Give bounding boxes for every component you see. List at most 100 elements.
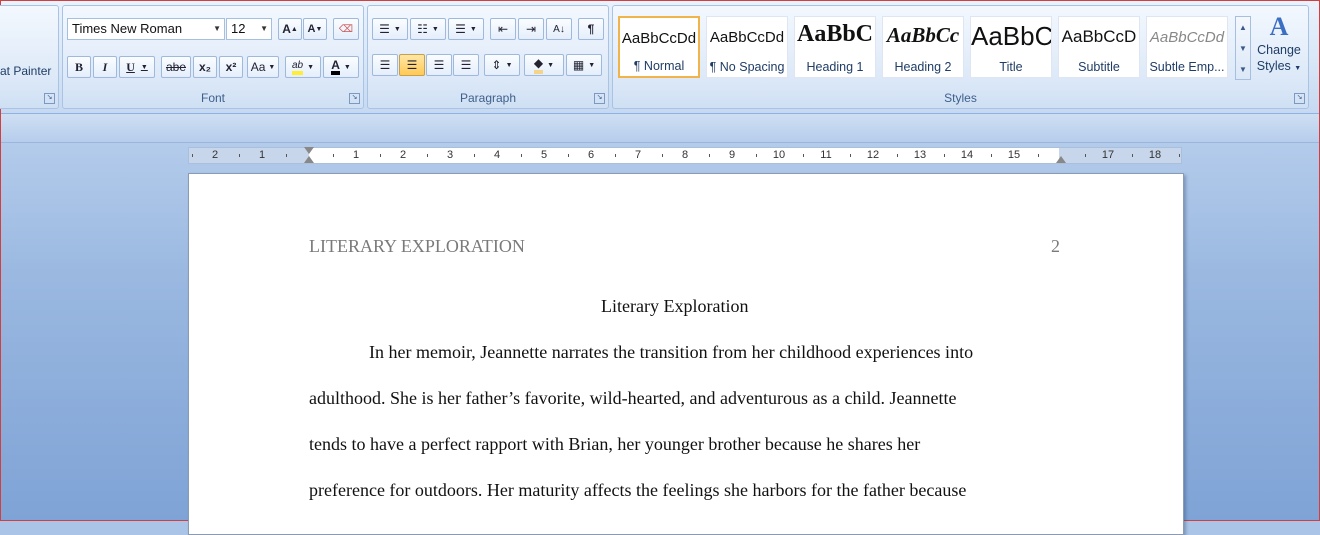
strikethrough-button[interactable]: abe — [161, 56, 191, 78]
ruler-tick — [708, 154, 710, 157]
style-name: ¶ No Spacing — [709, 60, 785, 74]
chevron-up-icon[interactable]: ▲ — [1236, 17, 1250, 38]
increase-indent-button[interactable]: ⇥ — [518, 18, 544, 40]
clipboard-launcher-icon[interactable]: ↘ — [44, 93, 55, 104]
change-case-button[interactable]: Aa ▼ — [247, 56, 279, 78]
document-title: Literary Exploration — [601, 296, 749, 316]
ruler-number: 7 — [634, 149, 642, 161]
document-page[interactable]: LITERARY EXPLORATION 2 Literary Explorat… — [188, 173, 1184, 535]
align-right-button[interactable]: ☰ — [426, 54, 452, 76]
align-left-button[interactable]: ☰ — [372, 54, 398, 76]
font-name-combo[interactable]: Times New Roman ▼ — [67, 18, 225, 40]
ruler-tick — [1037, 154, 1039, 157]
style-name: Title — [999, 60, 1023, 74]
grow-font-button[interactable]: A ▲ — [278, 18, 302, 40]
increase-indent-icon: ⇥ — [525, 22, 537, 36]
style-subtitle[interactable]: AaBbCcD Subtitle — [1058, 16, 1140, 78]
font-launcher-icon[interactable]: ↘ — [349, 93, 360, 104]
align-center-icon: ☰ — [406, 58, 418, 72]
change-styles-label-2: Styles ▼ — [1256, 59, 1302, 73]
ribbon: at Painter ↘ Times New Roman ▼ 12 ▼ A ▲ A… — [0, 1, 1319, 114]
chevron-down-icon[interactable]: ▼ — [1236, 38, 1250, 59]
style-heading-1[interactable]: AaBbC Heading 1 — [794, 16, 876, 78]
shading-button[interactable]: ◆ ▼ — [524, 54, 564, 76]
ruler-number: 2 — [399, 149, 407, 161]
expand-gallery-icon[interactable]: ▼ — [1236, 59, 1250, 80]
chevron-down-icon: ▼ — [260, 24, 268, 33]
subscript-button[interactable]: x₂ — [193, 56, 217, 78]
ruler-tick — [990, 154, 992, 157]
style-name: Subtle Emp... — [1149, 60, 1225, 74]
sort-button[interactable]: A↓ — [546, 18, 572, 40]
borders-button[interactable]: ▦ ▼ — [566, 54, 602, 76]
clear-formatting-button[interactable]: ⌫ — [333, 18, 359, 40]
bullet-list-icon: ☰ — [379, 22, 390, 36]
style-heading-2[interactable]: AaBbCc Heading 2 — [882, 16, 964, 78]
ruler-number: 18 — [1148, 149, 1162, 161]
bold-button[interactable]: B — [67, 56, 91, 78]
ruler-tick — [238, 154, 240, 157]
style-normal[interactable]: AaBbCcDd ¶ Normal — [618, 16, 700, 78]
multilevel-list-icon: ☰ — [455, 22, 466, 36]
ruler-tick — [426, 154, 428, 157]
decrease-indent-button[interactable]: ⇤ — [490, 18, 516, 40]
format-painter-button[interactable]: at Painter — [0, 64, 51, 78]
hanging-indent-marker[interactable] — [304, 156, 314, 163]
underline-label: U — [126, 59, 135, 74]
align-left-icon: ☰ — [379, 58, 391, 72]
italic-button[interactable]: I — [93, 56, 117, 78]
shrink-font-button[interactable]: A ▼ — [303, 18, 327, 40]
body-line: preference for outdoors. Her maturity af… — [309, 480, 967, 500]
chevron-down-icon: ▼ — [307, 63, 315, 71]
ruler-number: 1 — [352, 149, 360, 161]
numbering-button[interactable]: ☷ ▼ — [410, 18, 446, 40]
justify-button[interactable]: ☰ — [453, 54, 479, 76]
ruler-number: 1 — [258, 149, 266, 161]
show-formatting-button[interactable]: ¶ — [578, 18, 604, 40]
chevron-down-icon: ▼ — [343, 63, 351, 71]
font-name-value: Times New Roman — [72, 21, 183, 36]
multilevel-list-button[interactable]: ☰ ▼ — [448, 18, 484, 40]
highlight-button[interactable]: ab ▼ — [285, 56, 321, 78]
style-subtle-emphasis[interactable]: AaBbCcDd Subtle Emp... — [1146, 16, 1228, 78]
clipboard-group: at Painter ↘ — [0, 5, 59, 109]
chevron-down-icon: ▼ — [268, 63, 276, 71]
chevron-down-icon: ▼ — [547, 61, 555, 69]
change-styles-button[interactable]: A Change Styles ▼ — [1253, 12, 1305, 90]
change-case-label: Aa — [250, 60, 266, 74]
ruler-number: 5 — [540, 149, 548, 161]
font-group: Times New Roman ▼ 12 ▼ A ▲ A ▼ ⌫ B I U ▼ ab… — [62, 5, 364, 109]
line-spacing-button[interactable]: ⇕ ▼ — [484, 54, 520, 76]
underline-button[interactable]: U ▼ — [119, 56, 155, 78]
bullets-button[interactable]: ☰ ▼ — [372, 18, 408, 40]
chevron-down-icon: ▼ — [393, 25, 401, 33]
ruler-number: 3 — [446, 149, 454, 161]
paragraph-launcher-icon[interactable]: ↘ — [594, 93, 605, 104]
font-color-button[interactable]: A ▼ — [323, 56, 359, 78]
style-title[interactable]: AaBbC Title — [970, 16, 1052, 78]
horizontal-ruler[interactable]: 2 1 1 2 3 4 5 6 7 8 9 10 11 12 13 14 15 17 18 — [188, 147, 1182, 164]
ruler-number: 6 — [587, 149, 595, 161]
chevron-down-icon: ▼ — [431, 25, 439, 33]
ruler-right-margin — [1059, 148, 1181, 163]
ruler-number: 13 — [913, 149, 927, 161]
style-sample: AaBbCcDd — [621, 30, 697, 47]
styles-gallery-scroller[interactable]: ▲ ▼ ▼ — [1235, 16, 1251, 80]
ruler-number: 12 — [866, 149, 880, 161]
styles-launcher-icon[interactable]: ↘ — [1294, 93, 1305, 104]
styles-group: AaBbCcDd ¶ Normal AaBbCcDd ¶ No Spacing … — [612, 5, 1309, 109]
right-indent-marker[interactable] — [1056, 156, 1066, 163]
style-no-spacing[interactable]: AaBbCcDd ¶ No Spacing — [706, 16, 788, 78]
ruler-number: 15 — [1007, 149, 1021, 161]
change-styles-icon: A — [1269, 12, 1289, 41]
paragraph-group: ☰ ▼ ☷ ▼ ☰ ▼ ⇤ ⇥ A↓ ¶ ☰ ☰ ☰ ☰ ⇕ ▼ ◆ ▼ ▦ ▼ Parag… — [367, 5, 609, 109]
grow-font-icon: A — [282, 22, 291, 36]
ruler-tick — [1084, 154, 1086, 157]
superscript-button[interactable]: x² — [219, 56, 243, 78]
ruler-number: 14 — [960, 149, 974, 161]
align-center-button[interactable]: ☰ — [399, 54, 425, 76]
ruler-number: 10 — [772, 149, 786, 161]
style-name: Subtitle — [1078, 60, 1120, 74]
font-size-combo[interactable]: 12 ▼ — [226, 18, 272, 40]
first-line-indent-marker[interactable] — [304, 147, 314, 154]
